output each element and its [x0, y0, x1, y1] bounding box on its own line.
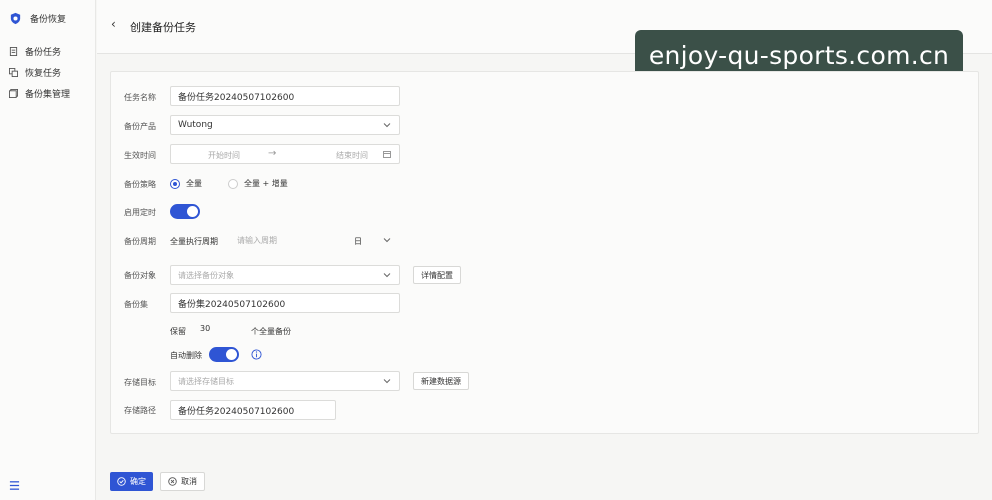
effective-time-range[interactable]: 开始时间 → 结束时间: [170, 144, 400, 164]
effective-time-label: 生效时间: [124, 151, 156, 160]
task-name-input[interactable]: 备份任务20240507102600: [170, 86, 400, 106]
backup-set-icon: [9, 89, 18, 98]
range-arrow: →: [268, 148, 277, 159]
sidebar-item-label: 恢复任务: [25, 69, 62, 79]
target-object-select[interactable]: 请选择备份对象: [170, 265, 400, 285]
end-time-placeholder: 结束时间: [336, 151, 368, 160]
sidebar-item-label: 备份集管理: [25, 90, 71, 100]
page-title: 创建备份任务: [130, 21, 196, 34]
cycle-unit-select[interactable]: 日: [354, 236, 362, 247]
enable-timer-toggle[interactable]: [170, 204, 200, 219]
cancel-button[interactable]: 取消: [160, 472, 205, 491]
confirm-button[interactable]: 确定: [110, 472, 153, 491]
chevron-down-icon: [383, 238, 391, 243]
storage-path-label: 存储路径: [124, 406, 156, 415]
chevron-down-icon: [383, 123, 391, 128]
cycle-prefix: 全量执行周期: [170, 237, 218, 246]
storage-target-placeholder: 请选择存储目标: [178, 376, 234, 386]
close-circle-icon: [168, 477, 177, 486]
backup-doc-icon: [9, 47, 18, 56]
radio-dot: [170, 178, 180, 189]
sidebar-item-backup-sets[interactable]: 备份集管理: [9, 83, 70, 104]
back-button[interactable]: ‹: [111, 17, 116, 31]
auto-delete-toggle[interactable]: [209, 347, 239, 362]
storage-target-label: 存储目标: [124, 378, 156, 387]
chevron-down-icon: [383, 379, 391, 384]
task-name-label: 任务名称: [124, 93, 156, 102]
start-time-placeholder: 开始时间: [208, 151, 240, 160]
strategy-full-incremental-radio[interactable]: 全量 + 增量: [228, 178, 288, 189]
backup-set-value: 备份集20240507102600: [178, 299, 286, 310]
product-label: 备份产品: [124, 122, 156, 131]
chevron-down-icon: [383, 273, 391, 278]
storage-target-select[interactable]: 请选择存储目标: [170, 371, 400, 391]
task-name-value: 备份任务20240507102600: [178, 92, 295, 103]
detail-config-button[interactable]: 详情配置: [413, 266, 461, 284]
enable-timer-label: 启用定时: [124, 208, 156, 217]
target-object-label: 备份对象: [124, 271, 156, 280]
cancel-label: 取消: [181, 477, 197, 486]
sidebar-item-label: 备份任务: [25, 48, 62, 58]
sidebar-item-restore-tasks[interactable]: 恢复任务: [9, 62, 70, 83]
strategy-label: 备份策略: [124, 180, 156, 189]
retain-prefix: 保留: [170, 327, 186, 336]
calendar-icon: [383, 151, 391, 158]
menu-toggle-icon[interactable]: [9, 480, 20, 491]
shield-logo-icon: [10, 12, 21, 25]
strategy-full-incremental-label: 全量 + 增量: [244, 179, 288, 188]
cycle-placeholder: 请输入周期: [237, 235, 277, 245]
storage-path-value: 备份任务20240507102600: [178, 406, 295, 417]
strategy-full-radio[interactable]: 全量: [170, 178, 202, 189]
auto-delete-label: 自动删除: [170, 351, 202, 360]
new-datasource-button[interactable]: 新建数据源: [413, 372, 469, 390]
brand: 备份恢复: [9, 12, 66, 25]
cycle-label: 备份周期: [124, 237, 156, 246]
product-select[interactable]: Wutong: [170, 115, 400, 135]
info-icon[interactable]: [251, 349, 262, 360]
product-value: Wutong: [178, 120, 213, 130]
cycle-input[interactable]: 请输入周期 日: [229, 230, 400, 250]
backup-set-input[interactable]: 备份集20240507102600: [170, 293, 400, 313]
strategy-full-label: 全量: [186, 179, 202, 188]
backup-set-label: 备份集: [124, 300, 148, 309]
storage-path-input[interactable]: 备份任务20240507102600: [170, 400, 336, 420]
brand-title: 备份恢复: [30, 15, 67, 25]
check-circle-icon: [117, 477, 126, 486]
restore-icon: [9, 68, 18, 77]
retain-suffix: 个全量备份: [251, 327, 291, 336]
sidebar-nav: 备份任务 恢复任务 备份集管理: [9, 41, 70, 104]
retain-count-input[interactable]: 30: [200, 324, 210, 333]
radio-dot: [228, 178, 238, 189]
sidebar: 备份恢复 备份任务 恢复任务 备份集管理: [0, 0, 96, 500]
confirm-label: 确定: [130, 477, 146, 486]
sidebar-item-backup-tasks[interactable]: 备份任务: [9, 41, 70, 62]
form-card: 任务名称 备份任务20240507102600 备份产品 Wutong 生效时间…: [110, 71, 979, 434]
target-object-placeholder: 请选择备份对象: [178, 270, 234, 280]
